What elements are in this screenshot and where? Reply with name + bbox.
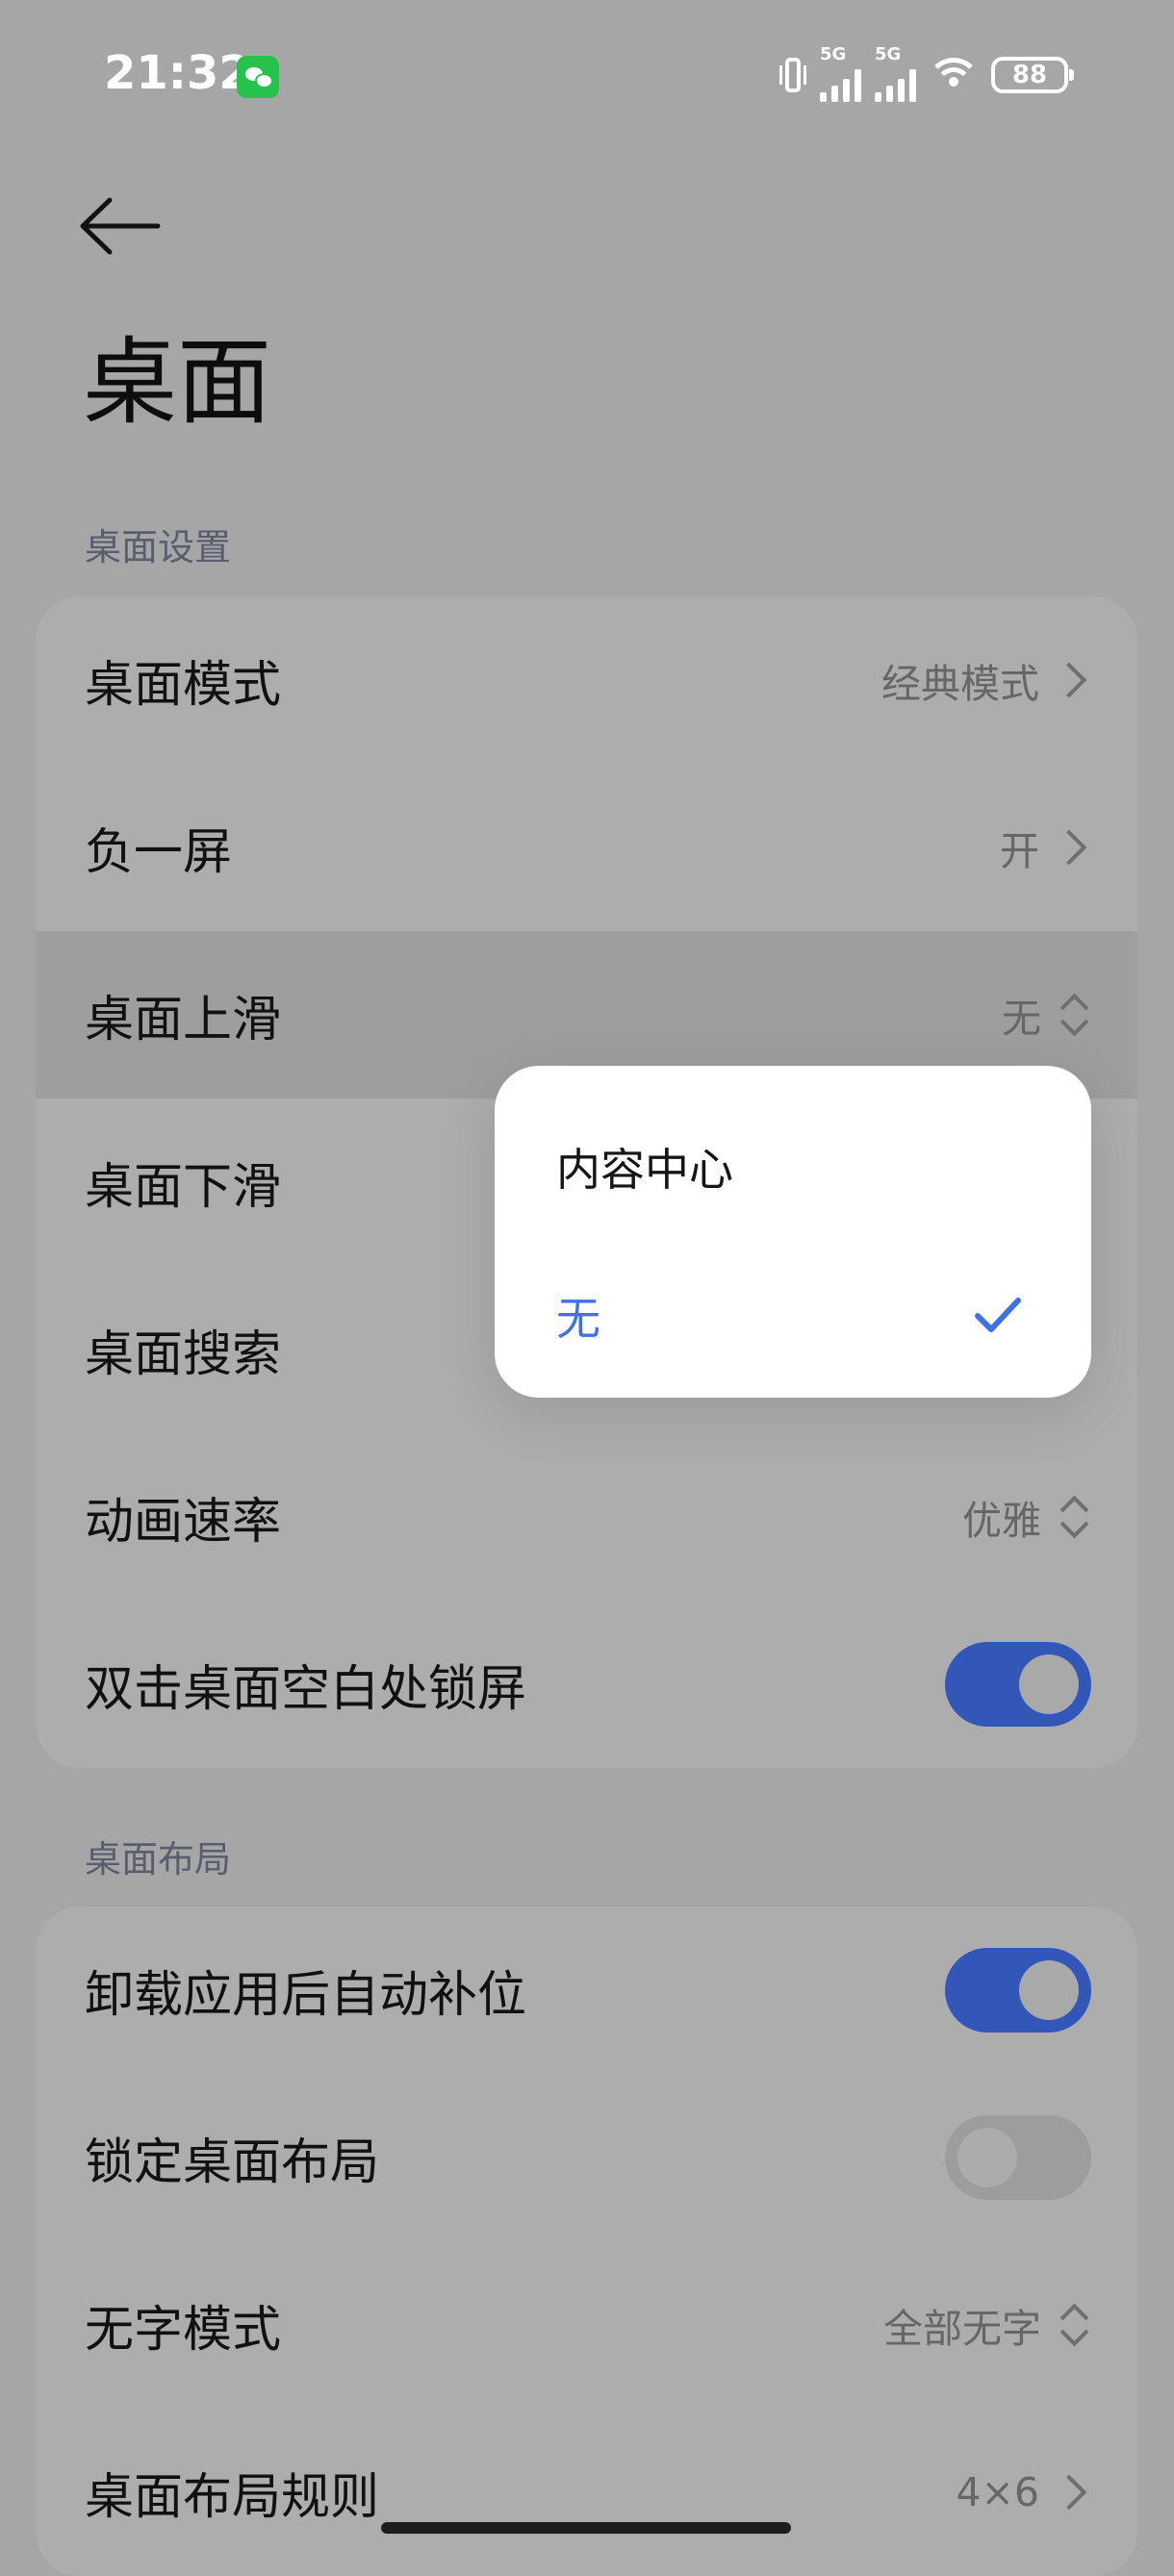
popup-option-none[interactable]: 无 [556,1258,1024,1374]
network-type-label: 5G [875,44,902,64]
row-no-text-mode[interactable]: 无字模式 全部无字 [36,2241,1137,2409]
page-title: 桌面 [83,328,272,438]
row-value: 4×6 [956,2469,1039,2515]
popup-option-content-center[interactable]: 内容中心 [556,1109,1024,1225]
desktop-layout-card: 卸载应用后自动补位 锁定桌面布局 无字模式 全部无字 桌面布局规则 4×6 [36,1907,1137,2576]
row-minus-one-screen[interactable]: 负一屏 开 [36,764,1137,931]
row-double-tap-lock: 双击桌面空白处锁屏 [36,1601,1137,1768]
wifi-icon [930,56,978,94]
up-down-arrows-icon [1059,990,1087,1040]
row-value: 全部无字 [883,2306,1041,2352]
row-label: 桌面布局规则 [85,2469,380,2526]
back-arrow-icon[interactable] [77,192,164,260]
row-label: 无字模式 [85,2302,282,2359]
row-lock-layout: 锁定桌面布局 [36,2074,1137,2241]
chevron-right-icon [1051,2474,1087,2511]
row-value: 无 [1002,996,1041,1042]
status-bar: 21:32 5G 5G 88 [0,0,1174,154]
section-label-desktop-settings: 桌面设置 [85,526,232,568]
double-tap-lock-toggle[interactable] [945,1642,1091,1727]
chevron-right-icon [1051,829,1087,866]
signal-icon: 5G [875,44,916,102]
signal-icon: 5G [820,44,861,102]
row-layout-rule[interactable]: 桌面布局规则 4×6 [36,2409,1137,2576]
up-down-arrows-icon [1059,1492,1087,1542]
row-label: 负一屏 [85,824,233,881]
row-desktop-mode[interactable]: 桌面模式 经典模式 [36,596,1137,764]
vibrate-icon [779,54,806,96]
swipe-up-options-popup: 内容中心 无 [495,1066,1091,1398]
row-label: 桌面上滑 [85,992,282,1048]
row-value: 经典模式 [881,661,1039,707]
row-animation-speed[interactable]: 动画速率 优雅 [36,1433,1137,1601]
home-indicator[interactable] [381,2522,791,2534]
battery-icon: 88 [991,57,1074,93]
lock-layout-toggle[interactable] [945,2115,1091,2200]
row-label: 双击桌面空白处锁屏 [85,1661,527,1718]
row-label: 锁定桌面布局 [85,2134,380,2191]
popup-option-label: 无 [556,1293,600,1345]
wechat-icon [237,56,279,98]
section-label-desktop-layout: 桌面布局 [85,1838,232,1881]
row-value: 优雅 [962,1498,1041,1544]
row-auto-fill: 卸载应用后自动补位 [36,1907,1137,2074]
chevron-right-icon [1051,662,1087,698]
up-down-arrows-icon [1059,2300,1087,2350]
row-label: 卸载应用后自动补位 [85,1967,527,2024]
status-time: 21:32 [104,46,251,100]
auto-fill-toggle[interactable] [945,1948,1091,2033]
row-value: 开 [1000,828,1039,874]
row-label: 动画速率 [85,1494,282,1551]
status-icons: 5G 5G 88 [779,44,1074,102]
row-label: 桌面模式 [85,657,282,714]
network-type-label: 5G [820,44,847,64]
popup-option-label: 内容中心 [556,1144,733,1196]
check-icon [975,1298,1021,1332]
